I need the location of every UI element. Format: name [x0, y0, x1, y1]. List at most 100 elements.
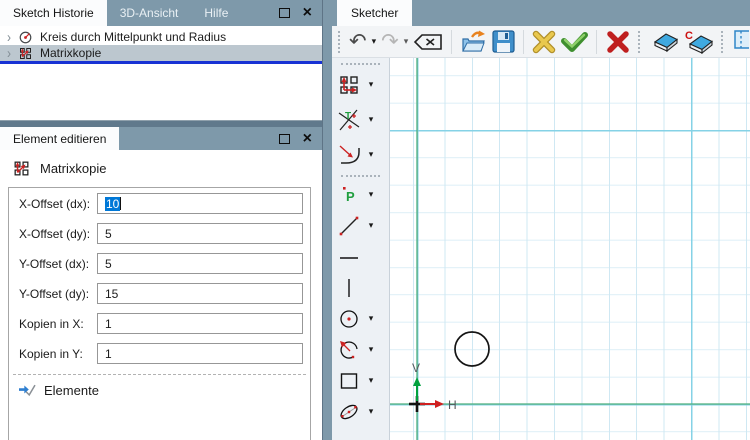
backspace-delete-button[interactable]	[413, 29, 443, 55]
field-row: X-Offset (dx): 10	[9, 193, 310, 214]
input-value: 1	[105, 316, 112, 331]
ellipse-tool[interactable]: ▾	[332, 396, 389, 427]
x-offset-dx-input[interactable]: 10	[97, 193, 303, 214]
circle-tool[interactable]: ▾	[332, 303, 389, 334]
copies-in-x-input[interactable]: 1	[97, 313, 303, 334]
field-row: Y-Offset (dy): 15	[9, 283, 310, 304]
toolbar-grip-handle[interactable]	[638, 30, 642, 53]
canvas-overlay: V H	[390, 58, 750, 440]
tree-selection-underline	[0, 61, 322, 64]
line-tool[interactable]: ▾	[332, 210, 389, 241]
edit-header-label: Matrixkopie	[40, 161, 107, 176]
dropdown-caret-icon[interactable]: ▾	[366, 375, 376, 386]
input-value: 5	[105, 256, 112, 271]
x-offset-dy-input[interactable]: 5	[97, 223, 303, 244]
confirm-button[interactable]	[561, 29, 589, 55]
eraser-c-button[interactable]: C	[684, 29, 714, 55]
y-offset-dx-input[interactable]: 5	[97, 253, 303, 274]
tab-hilfe[interactable]: Hilfe	[191, 0, 241, 26]
save-button[interactable]	[492, 29, 515, 55]
matrix-copy-icon	[340, 75, 358, 94]
undo-icon: ↶	[349, 30, 367, 53]
point-icon: P	[343, 186, 355, 204]
palette-grip-handle[interactable]	[341, 63, 380, 65]
eraser-icon	[654, 33, 679, 52]
undo-dropdown-caret-icon[interactable]: ▾	[372, 37, 377, 46]
dropdown-caret-icon[interactable]: ▾	[366, 220, 376, 231]
dropdown-caret-icon[interactable]: ▾	[366, 189, 376, 200]
fillet-tool[interactable]: ▾	[332, 137, 389, 172]
dropdown-caret-icon[interactable]: ▾	[366, 344, 376, 355]
dropdown-caret-icon[interactable]: ▾	[366, 79, 376, 90]
cancel-button[interactable]	[605, 29, 631, 55]
elements-button[interactable]: Elemente	[9, 382, 310, 398]
discard-x-icon	[533, 30, 556, 53]
undo-button[interactable]: ↶	[349, 29, 367, 55]
arc-tool[interactable]: ▾	[332, 334, 389, 365]
svg-text:T: T	[345, 111, 351, 122]
field-row: Kopien in X: 1	[9, 313, 310, 334]
rectangle-tool[interactable]: ▾	[332, 365, 389, 396]
maximize-icon[interactable]	[278, 8, 290, 18]
discard-button[interactable]	[532, 29, 556, 55]
point-tool[interactable]: P ▾	[332, 179, 389, 210]
dropdown-caret-icon[interactable]: ▾	[366, 114, 376, 125]
field-row: Y-Offset (dx): 5	[9, 253, 310, 274]
field-label: X-Offset (dx):	[19, 196, 91, 211]
horizontal-line-tool[interactable]	[332, 241, 389, 272]
sketch-circle[interactable]	[454, 331, 490, 367]
toolbar-separator	[523, 29, 525, 54]
toolbar-grip-handle[interactable]	[721, 30, 725, 53]
close-icon[interactable]: ×	[303, 5, 312, 21]
input-value: 1	[105, 346, 112, 361]
h-axis-label: H	[448, 398, 457, 412]
sketch-canvas[interactable]: V H	[390, 58, 750, 440]
field-label: Kopien in Y:	[19, 346, 83, 361]
toolbar-grip-handle[interactable]	[338, 30, 342, 53]
vertical-line-icon	[348, 278, 350, 297]
svg-text:C: C	[685, 30, 693, 42]
dropdown-caret-icon[interactable]: ▾	[366, 149, 376, 160]
tab-sketcher[interactable]: Sketcher	[337, 0, 413, 26]
copies-in-y-input[interactable]: 1	[97, 343, 303, 364]
clipped-partial-icon	[734, 30, 750, 49]
open-file-button[interactable]	[460, 29, 487, 55]
circle-icon	[340, 309, 358, 328]
redo-button[interactable]: ↷	[381, 29, 399, 55]
backspace-icon	[414, 33, 443, 50]
eraser-button[interactable]	[649, 29, 679, 55]
tab-sketch-historie[interactable]: Sketch Historie	[0, 0, 107, 26]
clipped-toolbar-button[interactable]	[732, 28, 750, 55]
elements-label: Elemente	[44, 382, 99, 398]
palette-grip-handle[interactable]	[341, 175, 380, 177]
close-icon[interactable]: ×	[303, 130, 312, 147]
trim-tool[interactable]: T ▾	[332, 102, 389, 137]
field-label: Kopien in X:	[19, 316, 84, 331]
dropdown-caret-icon[interactable]: ▾	[366, 406, 376, 417]
edit-header: Matrixkopie	[0, 150, 322, 178]
expand-chevron-icon[interactable]: ›	[7, 46, 11, 60]
expand-chevron-icon[interactable]: ›	[7, 30, 11, 44]
field-row: X-Offset (dy): 5	[9, 223, 310, 244]
v-axis-label: V	[412, 361, 420, 375]
vertical-splitter[interactable]	[322, 0, 332, 440]
redo-dropdown-caret-icon[interactable]: ▾	[404, 37, 409, 46]
input-value-selected: 10	[105, 196, 121, 211]
vertical-line-tool[interactable]	[332, 272, 389, 303]
tree-row-matrixkopie[interactable]: › Matrixkopie	[0, 45, 322, 61]
history-window-buttons: ×	[278, 0, 322, 26]
matrix-copy-tool[interactable]: ▾	[332, 67, 389, 102]
tab-element-editieren[interactable]: Element editieren	[0, 127, 120, 150]
tree-row-kreis[interactable]: › Kreis durch Mittelpunkt und Radius	[0, 29, 322, 45]
dropdown-caret-icon[interactable]: ▾	[366, 313, 376, 324]
matrix-copy-icon	[14, 161, 29, 176]
line-icon	[339, 216, 359, 235]
maximize-icon[interactable]	[278, 133, 290, 144]
sketcher-toolbar: ↶ ▾ ↷ ▾ C	[332, 26, 750, 58]
y-offset-dy-input[interactable]: 15	[97, 283, 303, 304]
sketcher-tabbar: Sketcher	[332, 0, 750, 26]
svg-text:P: P	[346, 189, 355, 204]
tab-3d-ansicht[interactable]: 3D-Ansicht	[107, 0, 192, 26]
sketch-history-panel: Sketch Historie 3D-Ansicht Hilfe × › Kre…	[0, 0, 322, 121]
element-edit-panel: Element editieren × Matrixkopie X-Offset…	[0, 127, 322, 440]
